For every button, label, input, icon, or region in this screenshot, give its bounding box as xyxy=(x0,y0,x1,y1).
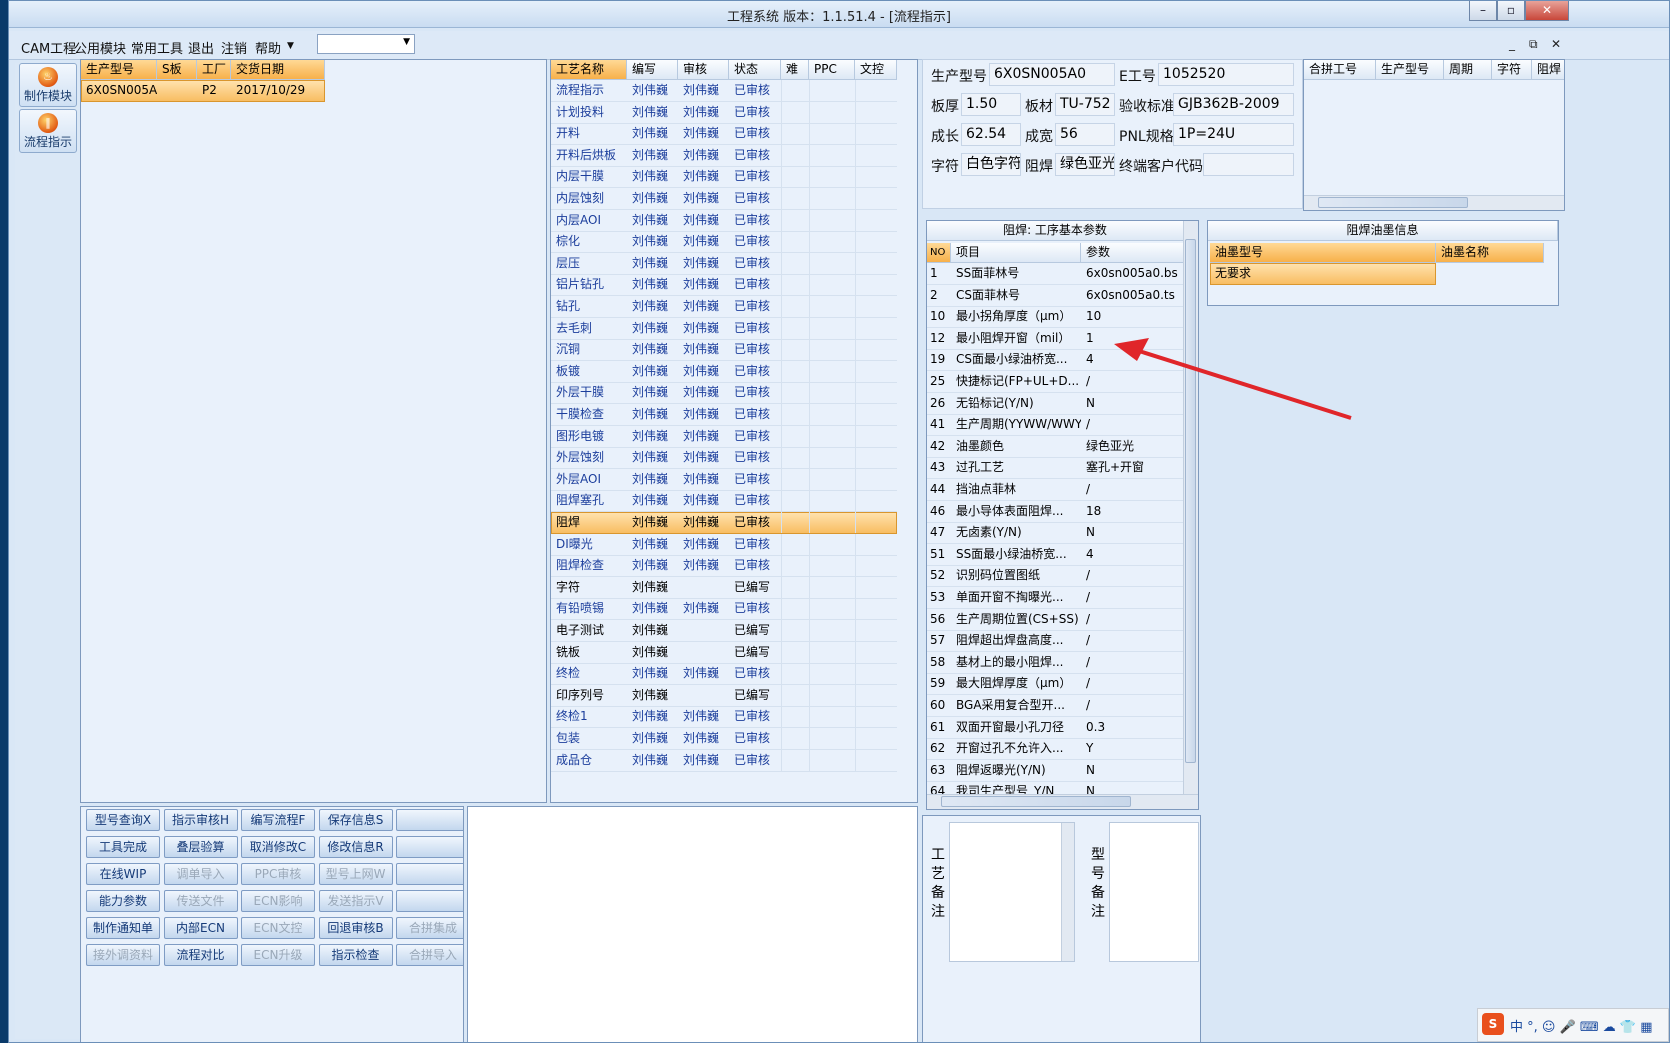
ime-tray: S 中 °, ☺ 🎤 ⌨ ☁ 👕 ▦ xyxy=(1477,1008,1669,1042)
sogou-icon[interactable]: S xyxy=(1482,1013,1504,1035)
arrow-shaft xyxy=(1138,349,1352,420)
ime-status[interactable]: 中 °, ☺ 🎤 ⌨ ☁ 👕 ▦ xyxy=(1510,1016,1653,1035)
annotation-arrow xyxy=(1114,338,1352,420)
main-window: 工程系统 版本：1.1.51.4 - [流程指示] – ▫ ✕ CAM工程 公用… xyxy=(8,0,1670,1043)
arrow-head xyxy=(1114,338,1149,361)
